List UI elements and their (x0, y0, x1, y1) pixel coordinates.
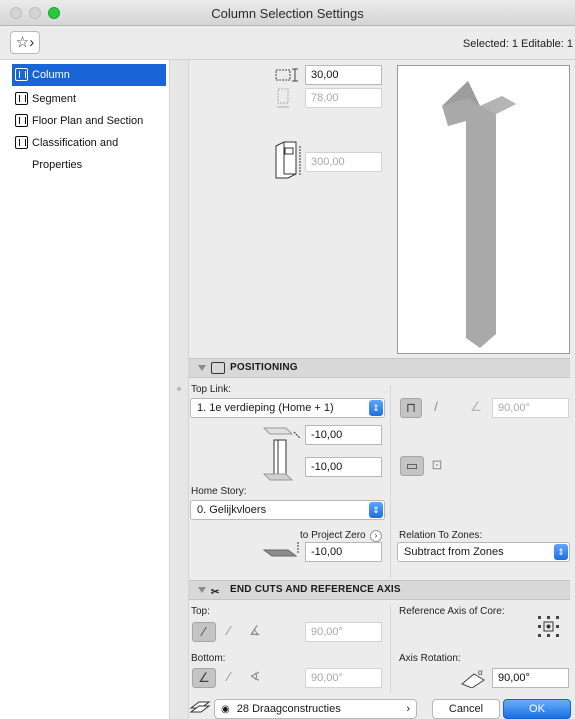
top-cut-angled-icon[interactable]: ∕ (218, 622, 240, 642)
dialog-footer: ◉ 28 Draagconstructies › Cancel OK (189, 698, 575, 719)
layer-value: 28 Draagconstructies (236, 703, 341, 715)
select-chevron-icon: ⇕ (369, 400, 383, 416)
select-chevron-icon: ⇕ (369, 502, 383, 518)
window-title: Column Selection Settings (211, 6, 364, 21)
height-field[interactable]: 300,00 (305, 152, 382, 172)
favorites-star-icon[interactable]: ☆› (10, 31, 40, 54)
wrap-veneer-icon[interactable]: ⊡ (426, 456, 448, 476)
width-dimension-icon (275, 68, 298, 82)
bottom-cut-angle-field[interactable]: 90,00° (305, 668, 382, 688)
sidebar-item-label: Floor Plan and Section (32, 115, 144, 127)
sidebar-item-classification[interactable]: Classification and Properties (12, 132, 166, 171)
top-link-value: 1. 1e verdieping (Home + 1) (197, 402, 334, 414)
panel-splitter[interactable] (171, 60, 189, 719)
relation-zones-select[interactable]: Subtract from Zones ⇕ (397, 542, 570, 562)
home-story-label: Home Story: (191, 486, 247, 497)
reference-axis-grid-icon[interactable] (536, 614, 562, 640)
axis-rotation-icon: α (461, 668, 485, 688)
column-icon (15, 68, 28, 81)
bottom-cut-angle-icon[interactable]: ∢ (244, 668, 266, 688)
sidebar-item-column[interactable]: Column (12, 64, 166, 86)
wrap-core-icon[interactable]: ▭ (400, 456, 424, 476)
settings-sidebar: Column Segment Floor Plan and Section Cl… (0, 60, 170, 719)
selection-info: Selected: 1 Editable: 1 (462, 38, 573, 50)
reference-level-chevron-icon[interactable]: › (370, 530, 382, 542)
column-slanted-icon[interactable]: / (425, 398, 447, 418)
visibility-eye-icon: ◉ (221, 704, 230, 715)
column-3d-preview (397, 65, 570, 354)
window-titlebar: Column Selection Settings (0, 0, 575, 26)
select-chevron-icon: ⇕ (554, 544, 568, 560)
bottom-cut-horizontal-icon[interactable]: ∠ (192, 668, 216, 688)
top-link-select[interactable]: 1. 1e verdieping (Home + 1) ⇕ (190, 398, 385, 418)
classification-icon (15, 136, 28, 149)
scissors-icon: ✂ (211, 587, 220, 598)
relation-zones-label: Relation To Zones: (399, 530, 483, 541)
home-story-select[interactable]: 0. Gelijkvloers ⇕ (190, 500, 385, 520)
svg-text:α: α (478, 668, 483, 677)
sidebar-item-label: Segment (32, 93, 77, 105)
cancel-button[interactable]: Cancel (432, 699, 500, 719)
reference-axis-label: Reference Axis of Core: (399, 606, 505, 617)
project-zero-icon (262, 542, 299, 557)
top-cut-label: Top: (191, 606, 210, 617)
column-vertical-icon[interactable]: ⊓ (400, 398, 422, 418)
ok-button[interactable]: OK (503, 699, 571, 719)
height-dimension-icon (275, 141, 301, 179)
depth-dimension-icon (277, 88, 289, 108)
bottom-offset-field[interactable]: -10,00 (305, 457, 382, 477)
layer-select[interactable]: ◉ 28 Draagconstructies › (214, 699, 417, 719)
top-offset-icon (262, 427, 301, 481)
top-link-label: Top Link: (191, 384, 232, 395)
axis-rotation-field[interactable]: 90,00° (492, 668, 569, 688)
column-divider (390, 385, 391, 578)
relation-zones-value: Subtract from Zones (404, 546, 504, 558)
bottom-cut-label: Bottom: (191, 653, 226, 664)
top-cut-horizontal-icon[interactable]: ⁄ (192, 622, 216, 642)
top-cut-angle-icon[interactable]: ∡ (244, 622, 266, 642)
section-title: END CUTS AND REFERENCE AXIS (230, 584, 401, 595)
width-field[interactable]: 30,00 (305, 65, 382, 85)
slant-angle-field[interactable]: 90,00° (492, 398, 569, 418)
sidebar-item-segment[interactable]: Segment (12, 88, 166, 110)
splitter-handle-icon (177, 387, 181, 391)
collapse-triangle-icon[interactable] (198, 365, 206, 371)
end-cuts-section-header[interactable]: ✂ END CUTS AND REFERENCE AXIS (189, 580, 570, 600)
positioning-icon (211, 362, 225, 374)
slant-angle-icon: ∠ (470, 399, 482, 414)
home-story-value: 0. Gelijkvloers (197, 504, 267, 516)
layer-icon (189, 701, 211, 713)
segment-icon (15, 92, 28, 105)
section-title: POSITIONING (230, 362, 298, 373)
top-cut-angle-field[interactable]: 90,00° (305, 622, 382, 642)
bottom-cut-angled-icon[interactable]: ∕ (218, 668, 240, 688)
layer-chevron-icon: › (406, 703, 410, 715)
column-divider (390, 605, 391, 693)
depth-field[interactable]: 78,00 (305, 88, 382, 108)
collapse-triangle-icon[interactable] (198, 587, 206, 593)
toolbar: ☆› Selected: 1 Editable: 1 (0, 26, 575, 60)
floor-plan-icon (15, 114, 28, 127)
sidebar-item-label: Classification and Properties (32, 137, 119, 171)
project-zero-field[interactable]: -10,00 (305, 542, 382, 562)
to-project-zero-label: to Project Zero (300, 530, 366, 541)
column-preview-shape (442, 81, 516, 348)
positioning-section-header[interactable]: POSITIONING (189, 358, 570, 378)
sidebar-item-floor-plan[interactable]: Floor Plan and Section (12, 110, 166, 132)
sidebar-item-label: Column (32, 69, 70, 81)
top-offset-field[interactable]: -10,00 (305, 425, 382, 445)
axis-rotation-label: Axis Rotation: (399, 653, 461, 664)
